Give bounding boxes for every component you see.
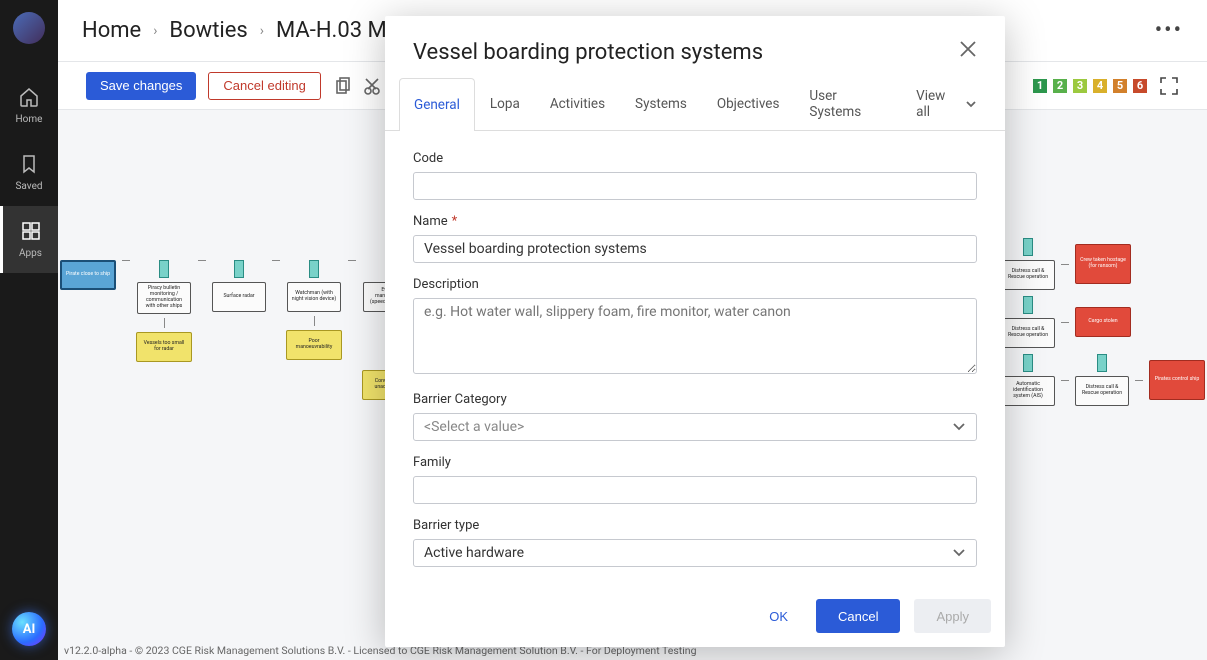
consequence-cargo-stolen[interactable]: Cargo stolen	[1075, 307, 1131, 337]
tab-view-all[interactable]: View all	[901, 77, 991, 130]
tab-activities[interactable]: Activities	[535, 77, 620, 130]
ai-assistant-button[interactable]: AI	[12, 612, 46, 646]
barrier-distress-call-2[interactable]: Distress call & Rescue operation	[1001, 318, 1055, 348]
label-family: Family	[413, 455, 977, 470]
select-barrier-category[interactable]: <Select a value>	[413, 413, 977, 441]
zoom-level-2[interactable]: 2	[1053, 79, 1067, 93]
zoom-level-selector: 1 2 3 4 5 6	[1033, 76, 1179, 96]
nav-saved-label: Saved	[15, 181, 42, 192]
barrier-surface-radar[interactable]: Surface radar	[212, 282, 266, 312]
escalation-poor-manoeuvrability[interactable]: Poor manoeuvrability	[286, 330, 342, 360]
cancel-button[interactable]: Cancel	[816, 599, 900, 633]
consequence-pirates-control[interactable]: Pirates control ship	[1149, 360, 1205, 400]
barrier-piracy-bulletin[interactable]: Piracy bulletin monitoring / communicati…	[137, 282, 191, 314]
cut-icon[interactable]	[363, 77, 381, 95]
apps-grid-icon	[20, 220, 42, 242]
nav-home-label: Home	[16, 114, 43, 125]
select-barrier-type[interactable]: Active hardware	[413, 539, 977, 567]
chevron-right-icon: ›	[153, 23, 157, 39]
chevron-right-icon: ›	[260, 23, 264, 39]
barrier-marker	[1023, 354, 1033, 372]
close-icon[interactable]	[959, 40, 977, 58]
label-barrier-type: Barrier type	[413, 518, 977, 533]
dialog-title: Vessel boarding protection systems	[413, 40, 763, 65]
nav-saved[interactable]: Saved	[0, 139, 58, 206]
chevron-down-icon	[965, 98, 976, 110]
threat-node-pirate-close[interactable]: Pirate close to ship	[60, 260, 116, 290]
bookmark-icon	[18, 153, 40, 175]
copy-icon[interactable]	[333, 77, 351, 95]
nav-apps-label: Apps	[19, 248, 42, 259]
zoom-level-5[interactable]: 5	[1113, 79, 1127, 93]
barrier-marker	[1023, 238, 1033, 256]
app-logo[interactable]	[13, 12, 45, 44]
barrier-marker	[1023, 296, 1033, 314]
connector-line	[314, 316, 315, 326]
breadcrumb-bowties[interactable]: Bowties	[169, 18, 247, 43]
chevron-down-icon	[952, 546, 966, 560]
nav-apps[interactable]: Apps	[0, 206, 58, 273]
connector-line	[1061, 264, 1069, 265]
connector-line	[1135, 380, 1143, 381]
barrier-marker	[159, 260, 169, 278]
save-changes-button[interactable]: Save changes	[86, 72, 196, 100]
consequence-crew-hostage[interactable]: Crew taken hostage (for ransom)	[1075, 244, 1131, 284]
input-code[interactable]	[413, 172, 977, 200]
label-description: Description	[413, 277, 977, 292]
dialog-footer: OK Cancel Apply	[385, 581, 1005, 647]
label-code: Code	[413, 151, 977, 166]
barrier-marker	[234, 260, 244, 278]
connector-line	[164, 318, 165, 328]
home-icon	[18, 86, 40, 108]
barrier-marker	[1097, 354, 1107, 372]
label-name: Name*	[413, 214, 977, 229]
zoom-level-6[interactable]: 6	[1133, 79, 1147, 93]
barrier-marker	[309, 260, 319, 278]
tab-lopa[interactable]: Lopa	[475, 77, 535, 130]
nav-home[interactable]: Home	[0, 72, 58, 139]
label-barrier-category: Barrier Category	[413, 392, 977, 407]
tab-objectives[interactable]: Objectives	[702, 77, 795, 130]
zoom-level-1[interactable]: 1	[1033, 79, 1047, 93]
apply-button: Apply	[914, 599, 991, 633]
barrier-distress-call-3[interactable]: Distress call & Rescue operation	[1075, 376, 1129, 406]
dialog-tabs: General Lopa Activities Systems Objectiv…	[385, 77, 1005, 131]
tab-view-all-label: View all	[916, 88, 959, 120]
more-menu-icon[interactable]: •••	[1155, 18, 1183, 43]
tab-systems[interactable]: Systems	[620, 77, 702, 130]
connector-line	[198, 260, 206, 261]
breadcrumb-home[interactable]: Home	[82, 18, 141, 43]
connector-line	[272, 260, 280, 261]
barrier-properties-dialog: Vessel boarding protection systems Gener…	[385, 16, 1005, 647]
connector-line	[1061, 380, 1069, 381]
barrier-auto-identification[interactable]: Automatic identification system (AIS)	[1001, 376, 1055, 406]
textarea-description[interactable]	[413, 298, 977, 374]
dialog-body: Code Name* Description Barrier Category …	[385, 131, 1005, 581]
escalation-vessels-small[interactable]: Vessels too small for radar	[136, 332, 192, 362]
cancel-editing-button[interactable]: Cancel editing	[208, 72, 320, 100]
connector-line	[348, 260, 356, 261]
ok-button[interactable]: OK	[755, 602, 802, 630]
left-vertical-nav: Home Saved Apps AI	[0, 0, 58, 660]
select-placeholder: <Select a value>	[424, 419, 524, 435]
input-family[interactable]	[413, 476, 977, 504]
zoom-level-4[interactable]: 4	[1093, 79, 1107, 93]
chevron-down-icon	[952, 420, 966, 434]
connector-line	[1061, 322, 1069, 323]
tab-user-systems[interactable]: User Systems	[794, 77, 901, 130]
fullscreen-icon[interactable]	[1159, 76, 1179, 96]
barrier-watchman[interactable]: Watchman (with night vision device)	[287, 282, 341, 312]
barrier-distress-call-1[interactable]: Distress call & Rescue operation	[1001, 260, 1055, 290]
connector-line	[122, 260, 130, 261]
zoom-level-3[interactable]: 3	[1073, 79, 1087, 93]
input-name[interactable]	[413, 235, 977, 263]
tab-general[interactable]: General	[399, 78, 475, 131]
select-value: Active hardware	[424, 545, 524, 561]
